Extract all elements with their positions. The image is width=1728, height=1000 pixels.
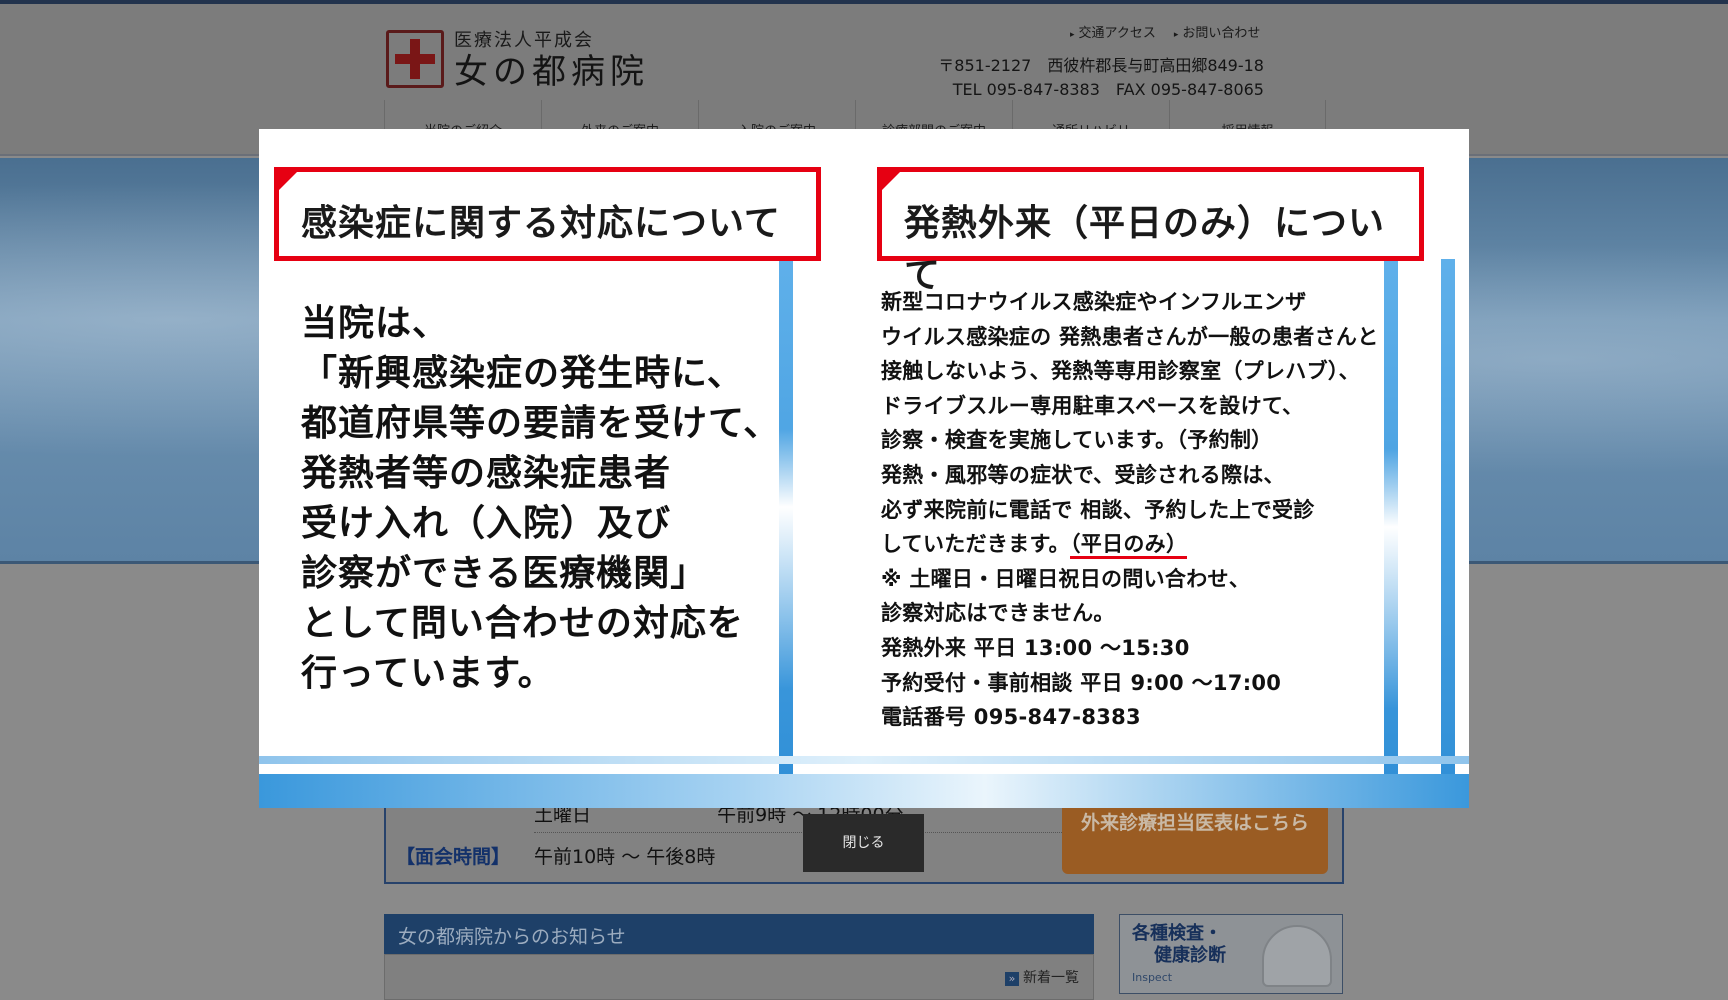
left-line: 受け入れ（入院）及び xyxy=(301,503,672,544)
visit-hours-value: 午前10時 〜 午後8時 xyxy=(534,846,716,868)
left-line: として問い合わせの対応を xyxy=(301,603,744,644)
ct-scanner-image xyxy=(1262,925,1332,987)
news-header: 女の都病院からのお知らせ xyxy=(384,914,1094,954)
stripe-thin xyxy=(259,756,1469,764)
contact-link[interactable]: お問い合わせ xyxy=(1174,22,1260,41)
right-line: ウイルス感染症の 発熱患者さんが一般の患者さんと xyxy=(881,324,1379,349)
right-line: 診察・検査を実施しています。（予約制） xyxy=(881,428,1273,453)
logo-text: 医療法人平成会 女の都病院 xyxy=(454,26,649,92)
right-line: 発熱外来 平日 13:00 〜15:30 xyxy=(881,635,1190,660)
notice-modal: 感染症に関する対応について 当院は、 「新興感染症の発生時に、 都道府県等の要請… xyxy=(259,129,1469,808)
right-line: 新型コロナウイルス感染症やインフルエンザ xyxy=(881,290,1307,314)
right-line: 必ず来院前に電話で 相談、予約した上で受診 xyxy=(881,497,1315,522)
right-line: 電話番号 095-847-8383 xyxy=(881,705,1141,730)
right-line: 予約受付・事前相談 平日 9:00 〜17:00 xyxy=(881,670,1282,695)
top-links: 交通アクセス お問い合わせ xyxy=(1070,22,1261,41)
inspect-title: 各種検査・ 健康診断 xyxy=(1132,923,1226,967)
address-text: 〒851-2127 西彼杵郡長与町高田郷849-18 xyxy=(938,56,1264,75)
right-line: ドライブスルー専用駐車スペースを設けて、 xyxy=(881,393,1304,418)
right-outer-edge xyxy=(1441,259,1455,808)
right-card-body: 新型コロナウイルス感染症やインフルエンザ ウイルス感染症の 発熱患者さんが一般の… xyxy=(881,285,1379,735)
right-line: 接触しないよう、発熱等専用診察室（プレハブ）、 xyxy=(881,359,1360,384)
left-line: 行っています。 xyxy=(301,653,555,694)
inspect-title-line1: 各種検査・ xyxy=(1132,923,1222,944)
close-modal-button[interactable]: 閉じる xyxy=(803,814,924,872)
left-line: 診察ができる医療機関」 xyxy=(301,553,708,594)
red-cross-icon xyxy=(386,30,444,88)
inspect-subtitle: Inspect xyxy=(1132,971,1173,984)
modal-bottom-stripes xyxy=(259,756,1469,808)
news-body: 新着一覧 xyxy=(384,954,1094,1000)
left-line: 当院は、 xyxy=(301,303,450,344)
left-line: 「新興感染症の発生時に、 xyxy=(301,353,744,394)
right-line: ※ 土曜日・日曜日祝日の問い合わせ、 xyxy=(881,566,1251,591)
right-line: 診察対応はできません。 xyxy=(881,601,1115,626)
left-line: 発熱者等の感染症患者 xyxy=(301,453,672,494)
left-card-body: 当院は、 「新興感染症の発生時に、 都道府県等の要請を受けて、 発熱者等の感染症… xyxy=(301,299,780,699)
phone-fax-text: TEL 095-847-8383 FAX 095-847-8065 xyxy=(952,80,1264,99)
right-line-text: していただきます。 xyxy=(881,532,1070,557)
visit-hours-label: 【面会時間】 xyxy=(396,846,511,868)
right-card-edge-fade xyxy=(1384,449,1398,709)
right-line-weekday: していただきます。（平日のみ） xyxy=(881,527,1379,562)
stripe-thick xyxy=(259,774,1469,808)
site-logo[interactable]: 医療法人平成会 女の都病院 xyxy=(386,26,649,92)
access-link[interactable]: 交通アクセス xyxy=(1070,22,1156,41)
right-card-title: 発熱外来（平日のみ）について xyxy=(877,167,1424,296)
right-line: 発熱・風邪等の症状で、受診される際は、 xyxy=(881,462,1285,487)
logo-title: 女の都病院 xyxy=(454,52,649,92)
left-card-title: 感染症に関する対応について xyxy=(274,167,821,261)
left-card-edge-fade xyxy=(779,429,793,689)
left-line: 都道府県等の要請を受けて、 xyxy=(301,403,781,444)
contact-info: 〒851-2127 西彼杵郡長与町高田郷849-18 TEL 095-847-8… xyxy=(938,54,1264,102)
inspect-title-line2: 健康診断 xyxy=(1154,945,1226,966)
weekday-only-highlight: （平日のみ） xyxy=(1069,532,1188,560)
inspect-banner[interactable]: 各種検査・ 健康診断 Inspect xyxy=(1119,914,1343,994)
logo-subtitle: 医療法人平成会 xyxy=(454,30,594,51)
news-more-link[interactable]: 新着一覧 xyxy=(1005,967,1079,987)
